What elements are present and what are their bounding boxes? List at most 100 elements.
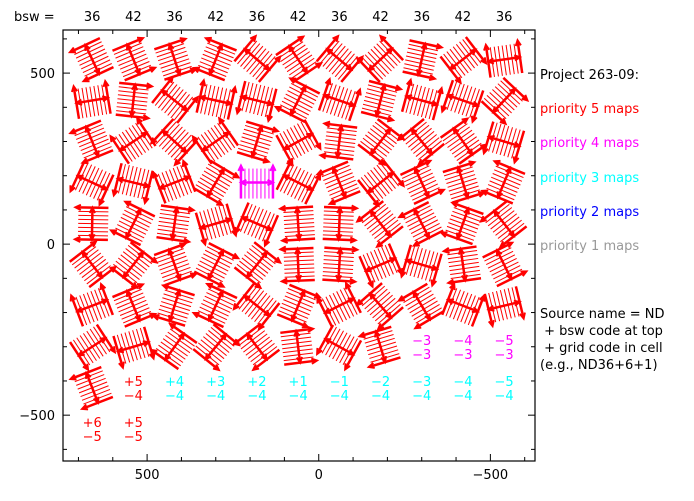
map-glyph bbox=[315, 160, 361, 206]
map-glyph bbox=[322, 245, 360, 285]
cell-label-column-code: +6 bbox=[83, 416, 102, 431]
map-glyph bbox=[275, 158, 322, 205]
map-glyph bbox=[396, 118, 446, 167]
map-glyph bbox=[442, 160, 487, 204]
map-glyph bbox=[67, 37, 114, 83]
cell-label-row-code: −5 bbox=[124, 430, 143, 445]
map-glyph bbox=[149, 118, 199, 167]
bsw-codes: 36 42 36 42 36 42 36 42 36 42 36 bbox=[84, 10, 512, 25]
legend-note-3: + grid code in cell bbox=[540, 341, 663, 356]
cell-label-row-code: −4 bbox=[330, 389, 349, 404]
map-glyph bbox=[191, 36, 238, 82]
map-glyph bbox=[69, 281, 115, 327]
map-glyph bbox=[232, 282, 281, 331]
map-glyph bbox=[108, 200, 156, 247]
cell-label-column-code: −4 bbox=[453, 334, 472, 349]
map-glyph bbox=[151, 75, 200, 124]
cell-label-column-code: +2 bbox=[247, 375, 266, 390]
y-tick-label: 0 bbox=[47, 238, 55, 253]
cell-label-row-code: −3 bbox=[495, 348, 514, 363]
map-glyph bbox=[480, 159, 526, 205]
map-glyph bbox=[357, 325, 401, 369]
map-glyph bbox=[194, 203, 238, 247]
map-glyph bbox=[483, 38, 524, 78]
map-glyph bbox=[278, 245, 315, 285]
cell-label-column-code: −2 bbox=[371, 375, 390, 390]
map-glyph bbox=[277, 204, 316, 244]
map-glyph bbox=[193, 159, 241, 207]
map-glyph bbox=[153, 37, 198, 81]
map-glyph bbox=[396, 282, 445, 330]
legend: Project 263-09: priority 5 maps priority… bbox=[540, 68, 665, 373]
map-glyph bbox=[72, 203, 109, 243]
map-glyph bbox=[191, 282, 238, 329]
map-glyph bbox=[233, 34, 282, 83]
map-glyph bbox=[70, 78, 112, 120]
cell-label-column-code: −4 bbox=[453, 375, 472, 390]
map-glyph bbox=[402, 39, 445, 82]
map-glyph bbox=[68, 119, 114, 165]
cell-label-column-code: −3 bbox=[412, 334, 431, 349]
cell-label-row-code: −3 bbox=[453, 348, 472, 363]
map-glyph bbox=[357, 118, 406, 166]
map-glyph bbox=[273, 77, 321, 124]
map-glyph bbox=[153, 242, 199, 287]
map-glyph bbox=[233, 241, 283, 290]
map-glyph bbox=[151, 283, 195, 327]
legend-note-2: + bsw code at top bbox=[540, 324, 663, 339]
map-glyph bbox=[237, 163, 277, 199]
cell-label-column-code: −5 bbox=[495, 375, 514, 390]
x-tick-label: −500 bbox=[473, 468, 509, 483]
map-glyph bbox=[193, 242, 241, 288]
cell-label-row-code: −4 bbox=[495, 389, 514, 404]
map-glyph bbox=[156, 204, 196, 245]
bsw-code: 42 bbox=[455, 10, 472, 25]
cell-label-row-code: −5 bbox=[83, 430, 102, 445]
cell-label-row-code: −4 bbox=[412, 389, 431, 404]
x-tick-label: 500 bbox=[135, 468, 160, 483]
map-glyph bbox=[110, 241, 159, 290]
cell-label-column-code: +5 bbox=[124, 416, 143, 431]
map-glyph bbox=[231, 323, 281, 372]
map-glyph bbox=[69, 160, 115, 207]
map-glyph bbox=[399, 244, 443, 288]
map-glyph bbox=[483, 286, 526, 329]
map-glyph bbox=[357, 159, 406, 208]
bsw-code: 36 bbox=[166, 10, 183, 25]
cell-label-row-code: −4 bbox=[124, 389, 143, 404]
legend-priority-5: priority 5 maps bbox=[540, 102, 639, 117]
bsw-code: 42 bbox=[290, 10, 307, 25]
legend-project: Project 263-09: bbox=[540, 68, 639, 83]
cell-label-row-code: −4 bbox=[165, 389, 184, 404]
cell-label-row-code: −4 bbox=[371, 389, 390, 404]
cell-label-column-code: +5 bbox=[124, 375, 143, 390]
cell-label-column-code: −5 bbox=[495, 334, 514, 349]
legend-note-1: Source name = ND bbox=[540, 307, 665, 322]
map-glyph bbox=[235, 80, 278, 124]
cell-label-row-code: −4 bbox=[289, 389, 308, 404]
x-tick-label: 0 bbox=[315, 468, 323, 483]
map-glyph bbox=[441, 245, 482, 286]
map-glyph bbox=[318, 120, 358, 161]
cell-label-row-code: −4 bbox=[453, 389, 472, 404]
bsw-code: 36 bbox=[249, 10, 266, 25]
map-glyph bbox=[355, 282, 404, 331]
map-glyph bbox=[439, 117, 488, 165]
map-glyph bbox=[317, 77, 362, 122]
cell-label-row-code: −4 bbox=[247, 389, 266, 404]
map-glyph bbox=[68, 365, 114, 411]
bsw-code: 42 bbox=[207, 10, 224, 25]
bsw-label: bsw = bbox=[14, 10, 55, 25]
map-glyph bbox=[280, 325, 320, 366]
map-glyph bbox=[68, 323, 117, 372]
map-glyph bbox=[195, 78, 238, 120]
map-glyph bbox=[360, 79, 404, 123]
map-glyph bbox=[480, 76, 530, 126]
map-glyph bbox=[112, 326, 156, 370]
map-coverage-plot: +5−4+4−4+3−4+2−4+1−4−1−4−2−4−3−4−4−4−5−4… bbox=[14, 10, 665, 483]
y-tick-label: 500 bbox=[30, 67, 55, 82]
map-glyph bbox=[400, 77, 444, 121]
map-glyph bbox=[275, 119, 322, 167]
map-glyph bbox=[149, 322, 198, 371]
map-glyph bbox=[441, 281, 486, 327]
